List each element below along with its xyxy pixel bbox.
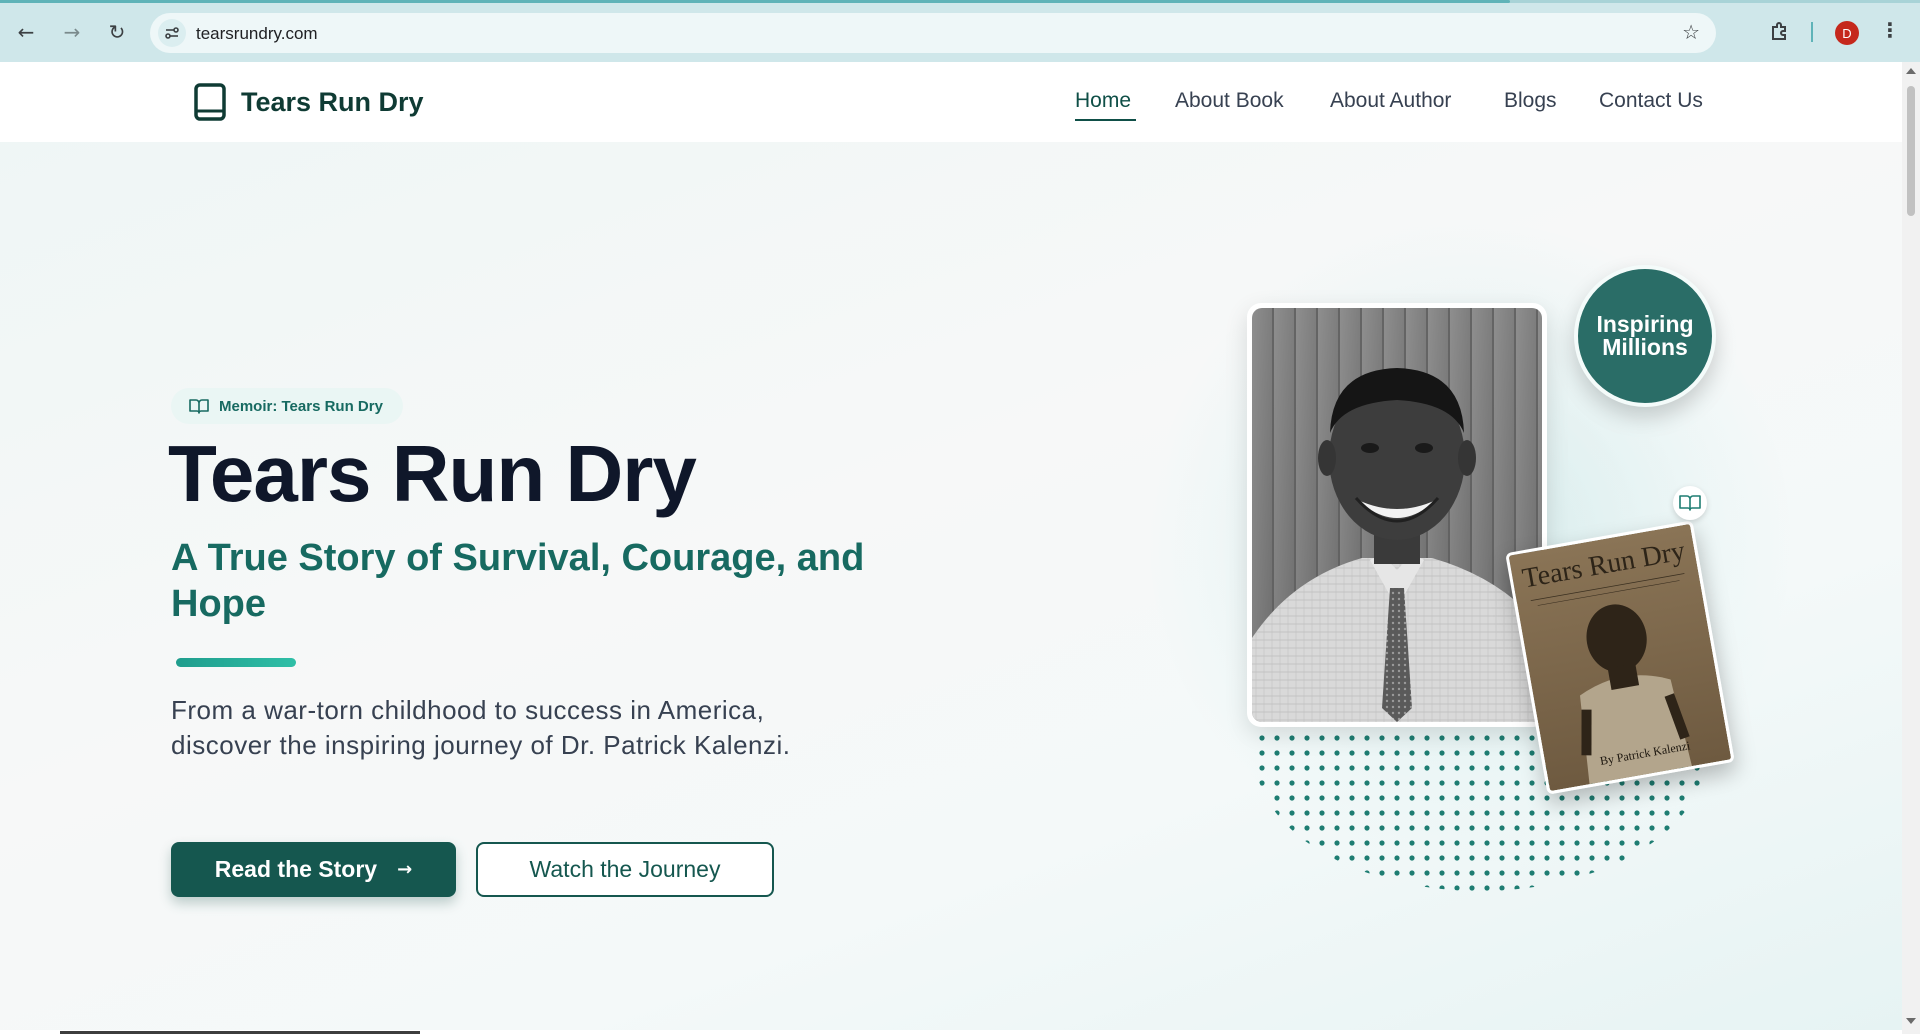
scrollbar-thumb[interactable] bbox=[1907, 86, 1915, 216]
nav-contact-us[interactable]: Contact Us bbox=[1599, 89, 1703, 113]
author-photo bbox=[1252, 308, 1542, 722]
page-load-indicator bbox=[0, 0, 1510, 3]
memoir-badge: Memoir: Tears Run Dry bbox=[171, 388, 403, 424]
open-book-icon bbox=[189, 399, 209, 414]
active-nav-underline bbox=[1075, 119, 1136, 121]
forward-icon[interactable]: → bbox=[58, 18, 86, 46]
watch-journey-label: Watch the Journey bbox=[529, 856, 721, 882]
back-icon[interactable]: ← bbox=[12, 18, 40, 46]
badge-line-2: Millions bbox=[1602, 334, 1688, 360]
inspiring-millions-badge: Inspiring Millions bbox=[1574, 265, 1716, 407]
author-photo-frame bbox=[1247, 303, 1547, 727]
extensions-icon[interactable] bbox=[1768, 20, 1792, 44]
url-text[interactable]: tearsrundry.com bbox=[196, 24, 318, 44]
badge-label: Memoir: Tears Run Dry bbox=[219, 397, 383, 415]
scroll-up-icon[interactable] bbox=[1906, 68, 1916, 74]
hero-subtitle: A True Story of Survival, Courage, and H… bbox=[171, 537, 865, 625]
nav-about-author[interactable]: About Author bbox=[1330, 89, 1451, 113]
browser-toolbar: ← → ↻ tearsrundry.com ☆ D ⋮ bbox=[0, 0, 1920, 62]
book-icon bbox=[194, 83, 226, 121]
page-scrollbar[interactable] bbox=[1902, 62, 1920, 1034]
site-header: Tears Run Dry Home About Book About Auth… bbox=[0, 62, 1902, 142]
brand-logo[interactable]: Tears Run Dry bbox=[193, 82, 424, 122]
toolbar-divider bbox=[1811, 22, 1813, 42]
open-book-icon bbox=[1679, 495, 1701, 511]
bookmark-star-icon[interactable]: ☆ bbox=[1682, 20, 1700, 44]
hero-description: From a war-torn childhood to success in … bbox=[171, 695, 791, 760]
watch-journey-button[interactable]: Watch the Journey bbox=[476, 842, 774, 897]
read-story-label: Read the Story bbox=[214, 856, 378, 882]
arrow-right-icon: → bbox=[397, 859, 413, 880]
menu-icon[interactable]: ⋮ bbox=[1880, 18, 1900, 42]
brand-name: Tears Run Dry bbox=[241, 86, 424, 117]
accent-divider bbox=[176, 658, 296, 667]
nav-about-book[interactable]: About Book bbox=[1175, 89, 1284, 113]
address-bar[interactable]: tearsrundry.com ☆ bbox=[150, 13, 1716, 53]
read-story-button[interactable]: Read the Story → bbox=[171, 842, 456, 897]
site-info-icon[interactable] bbox=[158, 19, 186, 47]
scroll-down-icon[interactable] bbox=[1906, 1018, 1916, 1024]
reload-icon[interactable]: ↻ bbox=[103, 18, 131, 46]
nav-home[interactable]: Home bbox=[1075, 89, 1131, 113]
hero-title: Tears Run Dry bbox=[168, 429, 697, 518]
book-badge bbox=[1673, 486, 1707, 520]
badge-line-1: Inspiring bbox=[1596, 311, 1694, 337]
nav-blogs[interactable]: Blogs bbox=[1504, 89, 1557, 113]
page-viewport: Tears Run Dry Home About Book About Auth… bbox=[0, 62, 1902, 1034]
profile-avatar[interactable]: D bbox=[1835, 21, 1859, 45]
